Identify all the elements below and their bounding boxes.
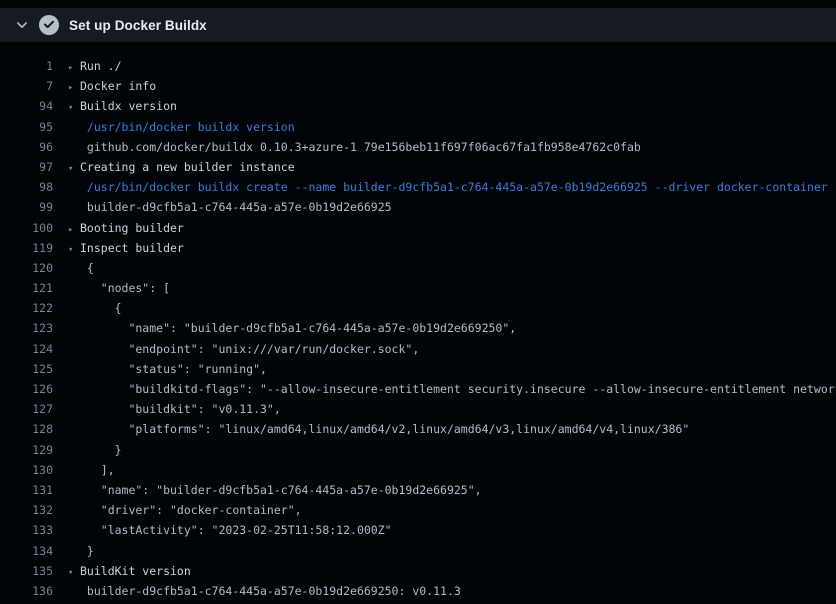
line-text[interactable]: Buildx version xyxy=(80,96,836,116)
line-number[interactable]: 126 xyxy=(0,379,53,399)
line-number[interactable]: 134 xyxy=(0,541,53,561)
line-text: ], xyxy=(80,460,836,480)
log-body: 1 ▸ Run ./ 7 ▸ Docker info 94 ▾ Buildx v… xyxy=(0,42,836,601)
line-number[interactable]: 94 xyxy=(0,96,53,116)
line-text[interactable]: Run ./ xyxy=(80,56,836,76)
log-line: 132 "driver": "docker-container", xyxy=(0,500,836,520)
line-text: "name": "builder-d9cfb5a1-c764-445a-a57e… xyxy=(80,318,836,338)
line-number[interactable]: 119 xyxy=(0,238,53,258)
line-text[interactable]: Booting builder xyxy=(80,218,836,238)
group-toggle-icon[interactable]: ▾ xyxy=(68,240,80,258)
line-text: "driver": "docker-container", xyxy=(80,500,836,520)
line-number[interactable]: 121 xyxy=(0,278,53,298)
line-text: "lastActivity": "2023-02-25T11:58:12.000… xyxy=(80,520,836,540)
line-text: "endpoint": "unix:///var/run/docker.sock… xyxy=(80,339,836,359)
line-text: { xyxy=(80,258,836,278)
log-line: 122 { xyxy=(0,298,836,318)
log-line: 130 ], xyxy=(0,460,836,480)
log-line: 136 builder-d9cfb5a1-c764-445a-a57e-0b19… xyxy=(0,581,836,601)
line-number[interactable]: 128 xyxy=(0,419,53,439)
log-line: 124 "endpoint": "unix:///var/run/docker.… xyxy=(0,339,836,359)
log-group-line[interactable]: 100 ▸ Booting builder xyxy=(0,218,836,238)
step-header[interactable]: Set up Docker Buildx xyxy=(0,8,836,42)
line-number[interactable]: 99 xyxy=(0,197,53,217)
line-text[interactable]: BuildKit version xyxy=(80,561,836,581)
log-line: 129 } xyxy=(0,440,836,460)
group-toggle-icon[interactable]: ▸ xyxy=(68,58,80,76)
line-text: /usr/bin/docker buildx create --name bui… xyxy=(80,177,836,197)
line-text: "nodes": [ xyxy=(80,278,836,298)
line-number[interactable]: 135 xyxy=(0,561,53,581)
line-text: "buildkitd-flags": "--allow-insecure-ent… xyxy=(80,379,836,399)
log-line: 123 "name": "builder-d9cfb5a1-c764-445a-… xyxy=(0,318,836,338)
group-toggle-icon[interactable]: ▸ xyxy=(68,220,80,238)
line-text: "platforms": "linux/amd64,linux/amd64/v2… xyxy=(80,419,836,439)
log-group-line[interactable]: 94 ▾ Buildx version xyxy=(0,96,836,116)
chevron-down-icon[interactable] xyxy=(14,17,30,33)
log-line: 95 /usr/bin/docker buildx version xyxy=(0,117,836,137)
log-line: 98 /usr/bin/docker buildx create --name … xyxy=(0,177,836,197)
log-line: 134 } xyxy=(0,541,836,561)
line-number[interactable]: 7 xyxy=(0,76,53,96)
line-number[interactable]: 123 xyxy=(0,318,53,338)
log-line: 125 "status": "running", xyxy=(0,359,836,379)
line-text[interactable]: Inspect builder xyxy=(80,238,836,258)
line-number[interactable]: 125 xyxy=(0,359,53,379)
line-text: } xyxy=(80,440,836,460)
log-line: 96 github.com/docker/buildx 0.10.3+azure… xyxy=(0,137,836,157)
line-number[interactable]: 129 xyxy=(0,440,53,460)
line-number[interactable]: 136 xyxy=(0,581,53,601)
log-group-line[interactable]: 97 ▾ Creating a new builder instance xyxy=(0,157,836,177)
group-toggle-icon[interactable]: ▾ xyxy=(68,98,80,116)
check-circle-icon xyxy=(39,15,59,35)
log-line: 128 "platforms": "linux/amd64,linux/amd6… xyxy=(0,419,836,439)
log-line: 126 "buildkitd-flags": "--allow-insecure… xyxy=(0,379,836,399)
line-number[interactable]: 95 xyxy=(0,117,53,137)
line-text: builder-d9cfb5a1-c764-445a-a57e-0b19d2e6… xyxy=(80,197,836,217)
log-line: 133 "lastActivity": "2023-02-25T11:58:12… xyxy=(0,520,836,540)
step-title: Set up Docker Buildx xyxy=(69,18,207,33)
group-toggle-icon[interactable]: ▾ xyxy=(68,159,80,177)
line-number[interactable]: 132 xyxy=(0,500,53,520)
line-number[interactable]: 100 xyxy=(0,218,53,238)
log-group-line[interactable]: 7 ▸ Docker info xyxy=(0,76,836,96)
line-text: builder-d9cfb5a1-c764-445a-a57e-0b19d2e6… xyxy=(80,581,836,601)
line-number[interactable]: 120 xyxy=(0,258,53,278)
line-text: } xyxy=(80,541,836,561)
line-number[interactable]: 130 xyxy=(0,460,53,480)
log-line: 121 "nodes": [ xyxy=(0,278,836,298)
line-number[interactable]: 133 xyxy=(0,520,53,540)
line-text: /usr/bin/docker buildx version xyxy=(80,117,836,137)
log-line: 120 { xyxy=(0,258,836,278)
line-number[interactable]: 122 xyxy=(0,298,53,318)
line-text: github.com/docker/buildx 0.10.3+azure-1 … xyxy=(80,137,836,157)
line-number[interactable]: 96 xyxy=(0,137,53,157)
line-number[interactable]: 98 xyxy=(0,177,53,197)
line-text: { xyxy=(80,298,836,318)
line-number[interactable]: 131 xyxy=(0,480,53,500)
log-line: 131 "name": "builder-d9cfb5a1-c764-445a-… xyxy=(0,480,836,500)
line-number[interactable]: 124 xyxy=(0,339,53,359)
line-text: "buildkit": "v0.11.3", xyxy=(80,399,836,419)
line-number[interactable]: 127 xyxy=(0,399,53,419)
line-text[interactable]: Creating a new builder instance xyxy=(80,157,836,177)
actions-log-viewer: Set up Docker Buildx 1 ▸ Run ./ 7 ▸ Dock… xyxy=(0,8,836,604)
log-group-line[interactable]: 1 ▸ Run ./ xyxy=(0,56,836,76)
log-group-line[interactable]: 135 ▾ BuildKit version xyxy=(0,561,836,581)
line-text: "name": "builder-d9cfb5a1-c764-445a-a57e… xyxy=(80,480,836,500)
line-text[interactable]: Docker info xyxy=(80,76,836,96)
log-group-line[interactable]: 119 ▾ Inspect builder xyxy=(0,238,836,258)
group-toggle-icon[interactable]: ▸ xyxy=(68,78,80,96)
line-number[interactable]: 97 xyxy=(0,157,53,177)
line-number[interactable]: 1 xyxy=(0,56,53,76)
log-line: 99 builder-d9cfb5a1-c764-445a-a57e-0b19d… xyxy=(0,197,836,217)
group-toggle-icon[interactable]: ▾ xyxy=(68,563,80,581)
line-text: "status": "running", xyxy=(80,359,836,379)
log-line: 127 "buildkit": "v0.11.3", xyxy=(0,399,836,419)
